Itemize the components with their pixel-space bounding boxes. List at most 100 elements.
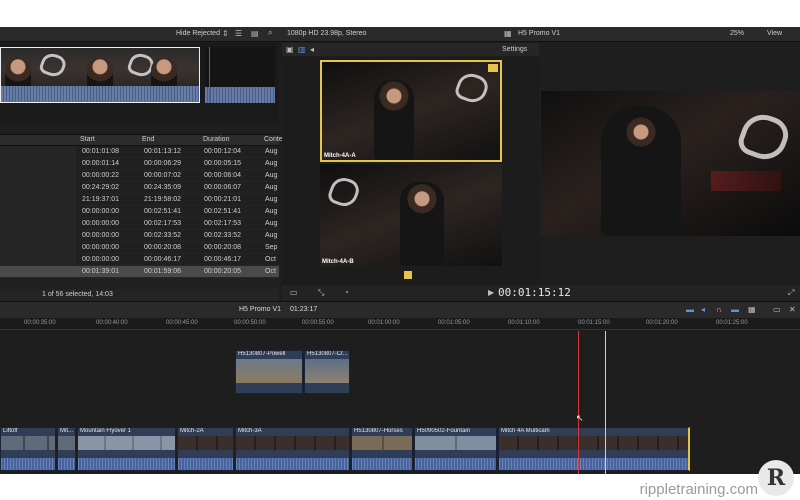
table-row[interactable]: 00:00:01:14 00:00:06:29 00:00:05:15 Aug [0, 158, 279, 170]
selected-clip-thumbnail[interactable] [0, 47, 200, 103]
settings-menu[interactable]: Settings [502, 46, 527, 53]
top-toolbar: Hide Rejected ⇕ ☰ ▤ ⌕ 1080p HD 23.98p, S… [0, 27, 800, 42]
angle-label: Mitch-4A-A [324, 153, 356, 159]
filter-icon[interactable]: ☰ [235, 30, 242, 38]
clip-name: Liftoff [3, 428, 18, 434]
table-row[interactable]: 00:24:29:02 00:24:35:09 00:00:06:07 Aug [0, 182, 279, 194]
video-only-icon[interactable]: ▬ [686, 306, 694, 314]
film-icon: ▦ [504, 29, 512, 38]
primary-clip[interactable]: Mitch-2A [177, 427, 234, 471]
skimmer [605, 331, 606, 474]
clip-name: H5130807-Cr... [307, 351, 348, 357]
chevron-updown-icon: ⇕ [222, 29, 229, 38]
table-row[interactable]: 00:01:01:08 00:01:13:12 00:00:12:04 Aug [0, 146, 279, 158]
final-cut-window: Hide Rejected ⇕ ☰ ▤ ⌕ 1080p HD 23.98p, S… [0, 27, 800, 474]
ruler-tick: 00:00:45:00 [166, 320, 198, 326]
timeline-duration: 01:23:17 [290, 306, 318, 313]
angle-label: Mitch-4A-B [322, 259, 354, 265]
clip-name: Mitch 4A Multicam [501, 428, 550, 434]
clip-name: Mitch-3A [238, 428, 262, 434]
primary-clip[interactable]: H5090502-Fountain [414, 427, 497, 471]
table-row[interactable]: 00:00:00:00 00:02:51:41 00:02:51:41 Aug [0, 206, 279, 218]
clip-name: H5130807-Powell [238, 351, 286, 357]
table-row-selected[interactable]: 00:01:39:01 00:01:59:06 00:00:20:05 Oct [0, 266, 279, 278]
table-row[interactable]: 00:00:00:00 00:02:33:52 00:02:33:52 Aug [0, 230, 279, 242]
speed-icon[interactable]: ◔ [344, 289, 349, 297]
browser-footer: 1 of 56 selected, 14:03 [0, 289, 279, 301]
ruler-tick: 00:01:25:00 [716, 320, 748, 326]
clip-name: H5090502-Fountain [417, 428, 471, 434]
timeline-header: H5 Promo V1 01:23:17 ▬ ◂ ∩ ▬ ▦ ▭ ✕ [0, 301, 800, 318]
column-duration[interactable]: Duration [203, 136, 229, 143]
angle-viewer-header: ▣ ▥ ◂ Settings [282, 43, 539, 56]
selection-status: 1 of 56 selected, 14:03 [42, 291, 113, 298]
transform-icon[interactable]: ⤡ [318, 289, 324, 297]
browser-filmstrip [0, 43, 279, 123]
background-sign [711, 171, 781, 191]
audio-only-icon[interactable]: ◂ [310, 46, 314, 54]
ruler-tick: 00:00:55:00 [302, 320, 334, 326]
ruler-tick: 00:01:00:00 [368, 320, 400, 326]
ruler-tick: 00:01:15:00 [578, 320, 610, 326]
primary-clip[interactable]: Liftoff [0, 427, 56, 471]
view-menu[interactable]: View [767, 30, 782, 37]
clip-name: H5130807-Horses [354, 428, 403, 434]
timeline-ruler[interactable]: 00:00:35:00 00:00:40:00 00:00:45:00 00:0… [0, 318, 800, 330]
primary-clip[interactable]: H5130807-Horses [351, 427, 413, 471]
library-icon[interactable]: ▤ [251, 30, 259, 38]
connected-clip[interactable]: H5130807-Cr... [304, 350, 350, 394]
table-row[interactable]: 00:00:00:22 00:00:07:02 00:00:06:04 Aug [0, 170, 279, 182]
ruler-tick: 00:00:35:00 [24, 320, 56, 326]
table-row[interactable]: 00:00:00:00 00:02:17:53 00:02:17:53 Aug [0, 218, 279, 230]
clip-name: Mitch-2A [180, 428, 204, 434]
watermark-text: rippletraining.com [639, 481, 758, 498]
viewer-toolbar: ▭ ⤡ ◔ ▶ 00:01:15:12 ⤢ [282, 285, 800, 301]
primary-clip[interactable]: Mit... [57, 427, 76, 471]
column-content[interactable]: Conte [264, 136, 283, 143]
clip-thumbnail[interactable] [205, 47, 275, 103]
angle-tile[interactable]: Mitch-4A-B [320, 164, 502, 266]
list-header: Start End Duration Conte [0, 134, 283, 146]
clip-name: Mountain Flyover 1 [80, 428, 132, 434]
format-info: 1080p HD 23.98p, Stereo [287, 30, 367, 37]
zoom-menu[interactable]: 25% [730, 30, 744, 37]
snapping-icon[interactable]: ▬ [731, 306, 739, 314]
watermark-logo: R [758, 460, 794, 496]
clip-appearance-icon[interactable]: ▦ [748, 306, 756, 314]
mouse-cursor-icon: ↖ [576, 413, 584, 423]
ruler-tick: 00:01:10:00 [508, 320, 540, 326]
connected-clip[interactable]: H5130807-Powell [235, 350, 303, 394]
hide-rejected-menu[interactable]: Hide Rejected [176, 30, 220, 37]
viewer[interactable] [541, 91, 800, 236]
timeline-project-name: H5 Promo V1 [239, 306, 282, 313]
column-start[interactable]: Start [80, 136, 95, 143]
column-end[interactable]: End [142, 136, 154, 143]
close-icon[interactable]: ✕ [789, 306, 796, 314]
search-icon[interactable]: ⌕ [268, 29, 272, 37]
timecode-display[interactable]: 00:01:15:12 [498, 286, 571, 299]
primary-clip[interactable]: Mountain Flyover 1 [77, 427, 176, 471]
clip-name: Mit... [60, 428, 73, 434]
angle-tile-active[interactable]: Mitch-4A-A [320, 60, 502, 162]
headphones-icon[interactable]: ∩ [716, 306, 722, 314]
table-row[interactable]: 21:19:37:01 21:19:58:02 00:00:21:01 Aug [0, 194, 279, 206]
play-icon[interactable]: ▶ [488, 289, 494, 297]
table-row[interactable]: 00:00:00:00 00:00:20:08 00:00:20:08 Sep [0, 242, 279, 254]
video-angles-icon[interactable]: ▣ [286, 46, 294, 54]
video-audio-icon[interactable]: ▥ [298, 46, 306, 54]
ruler-tick: 00:00:40:00 [96, 320, 128, 326]
project-title: H5 Promo V1 [518, 30, 561, 37]
playhead[interactable] [578, 331, 579, 474]
table-row[interactable]: 00:00:00:00 00:00:46:17 00:00:46:17 Oct [0, 254, 279, 266]
multicam-clip[interactable]: Mitch 4A Multicam [498, 427, 690, 471]
effects-browser-icon[interactable]: ▭ [773, 306, 781, 314]
angle-bank-indicator[interactable] [404, 271, 412, 279]
ruler-tick: 00:00:50:00 [234, 320, 266, 326]
audio-icon[interactable]: ◂ [701, 306, 705, 314]
angle-viewer: Mitch-4A-A Mitch-4A-B [282, 57, 539, 311]
view-options-icon[interactable]: ▭ [290, 289, 298, 297]
active-angle-badge [488, 64, 498, 72]
fullscreen-icon[interactable]: ⤢ [788, 289, 794, 297]
ruler-tick: 00:01:20:00 [646, 320, 678, 326]
primary-clip[interactable]: Mitch-3A [235, 427, 350, 471]
